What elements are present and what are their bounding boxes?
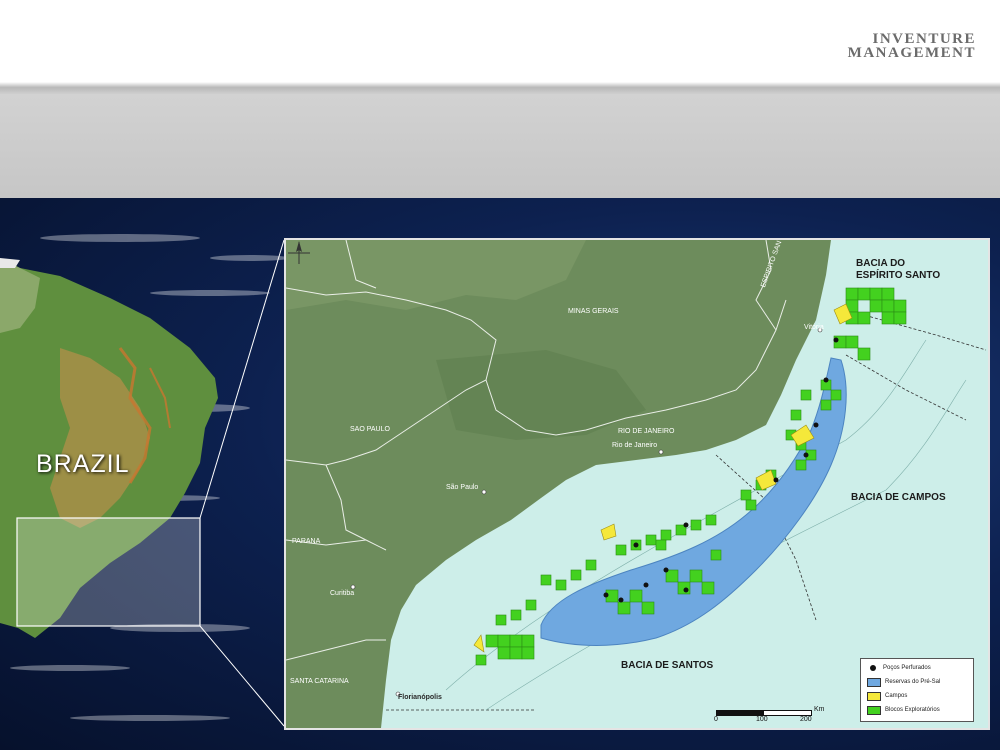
city-label-curitiba: Curitiba <box>330 590 355 597</box>
legend-label-fields: Campos <box>885 693 908 699</box>
basin-label-espirito-santo: BACIA DO ESPÍRITO SANTO <box>856 258 940 282</box>
well-dot-icon <box>870 665 876 671</box>
legend-label-presal: Reservas do Pré-Sal <box>885 679 941 685</box>
detail-map: MINAS GERAIS ESPIRITO SANTO SAO PAULO RI… <box>284 238 990 730</box>
title-bar <box>0 94 1000 198</box>
legend-label-blocks: Blocos Exploratórios <box>885 707 940 713</box>
brand-logo: Inventure Management <box>847 31 976 61</box>
header-divider <box>0 82 1000 94</box>
north-arrow-icon <box>288 241 310 264</box>
highlight-region-box <box>16 517 201 627</box>
legend-item-blocks: Blocos Exploratórios <box>867 704 940 716</box>
legend-item-wells: Poços Perfurados <box>867 662 931 674</box>
city-label-rio-de-janeiro: Rio de Janeiro <box>612 442 658 449</box>
logo-line-2: Management <box>847 45 976 61</box>
state-label-rio-de-janeiro: RIO DE JANEIRO <box>618 428 675 435</box>
city-label-sao-paulo: São Paulo <box>446 484 479 491</box>
header-bar: Inventure Management <box>0 0 1000 82</box>
state-label-minas-gerais: MINAS GERAIS <box>568 308 619 315</box>
presal-swatch <box>867 677 881 687</box>
scale-unit: Km <box>814 706 825 713</box>
scale-tick-0: 0 <box>714 716 718 723</box>
legend-item-presal: Reservas do Pré-Sal <box>867 676 940 688</box>
state-label-santa-catarina: SANTA CATARINA <box>290 678 349 685</box>
basin-espirito-santo-line-1: BACIA DO <box>856 258 906 269</box>
map-legend: Poços Perfurados Reservas do Pré-Sal Cam… <box>860 658 974 722</box>
fields-swatch <box>867 691 881 701</box>
scale-tick-100: 100 <box>756 716 768 723</box>
basin-espirito-santo-line-2: ESPÍRITO SANTO <box>856 270 941 281</box>
city-label-florianopolis: Florianópolis <box>398 694 442 701</box>
country-label: BRAZIL <box>36 450 130 478</box>
logo-line-1: Inventure <box>872 31 976 47</box>
state-label-sao-paulo: SAO PAULO <box>350 426 390 433</box>
scale-tick-200: 200 <box>800 716 812 723</box>
scale-bar: Km 0 100 200 <box>714 706 846 726</box>
basin-label-campos: BACIA DE CAMPOS <box>851 492 946 503</box>
basin-label-santos: BACIA DE SANTOS <box>621 660 714 671</box>
city-label-vitoria: Vitória <box>804 324 824 331</box>
blocks-swatch <box>867 705 881 715</box>
detail-map-svg <box>286 240 988 728</box>
legend-label-wells: Poços Perfurados <box>883 665 931 671</box>
state-label-parana: PARANA <box>292 538 321 545</box>
legend-item-fields: Campos <box>867 690 907 702</box>
